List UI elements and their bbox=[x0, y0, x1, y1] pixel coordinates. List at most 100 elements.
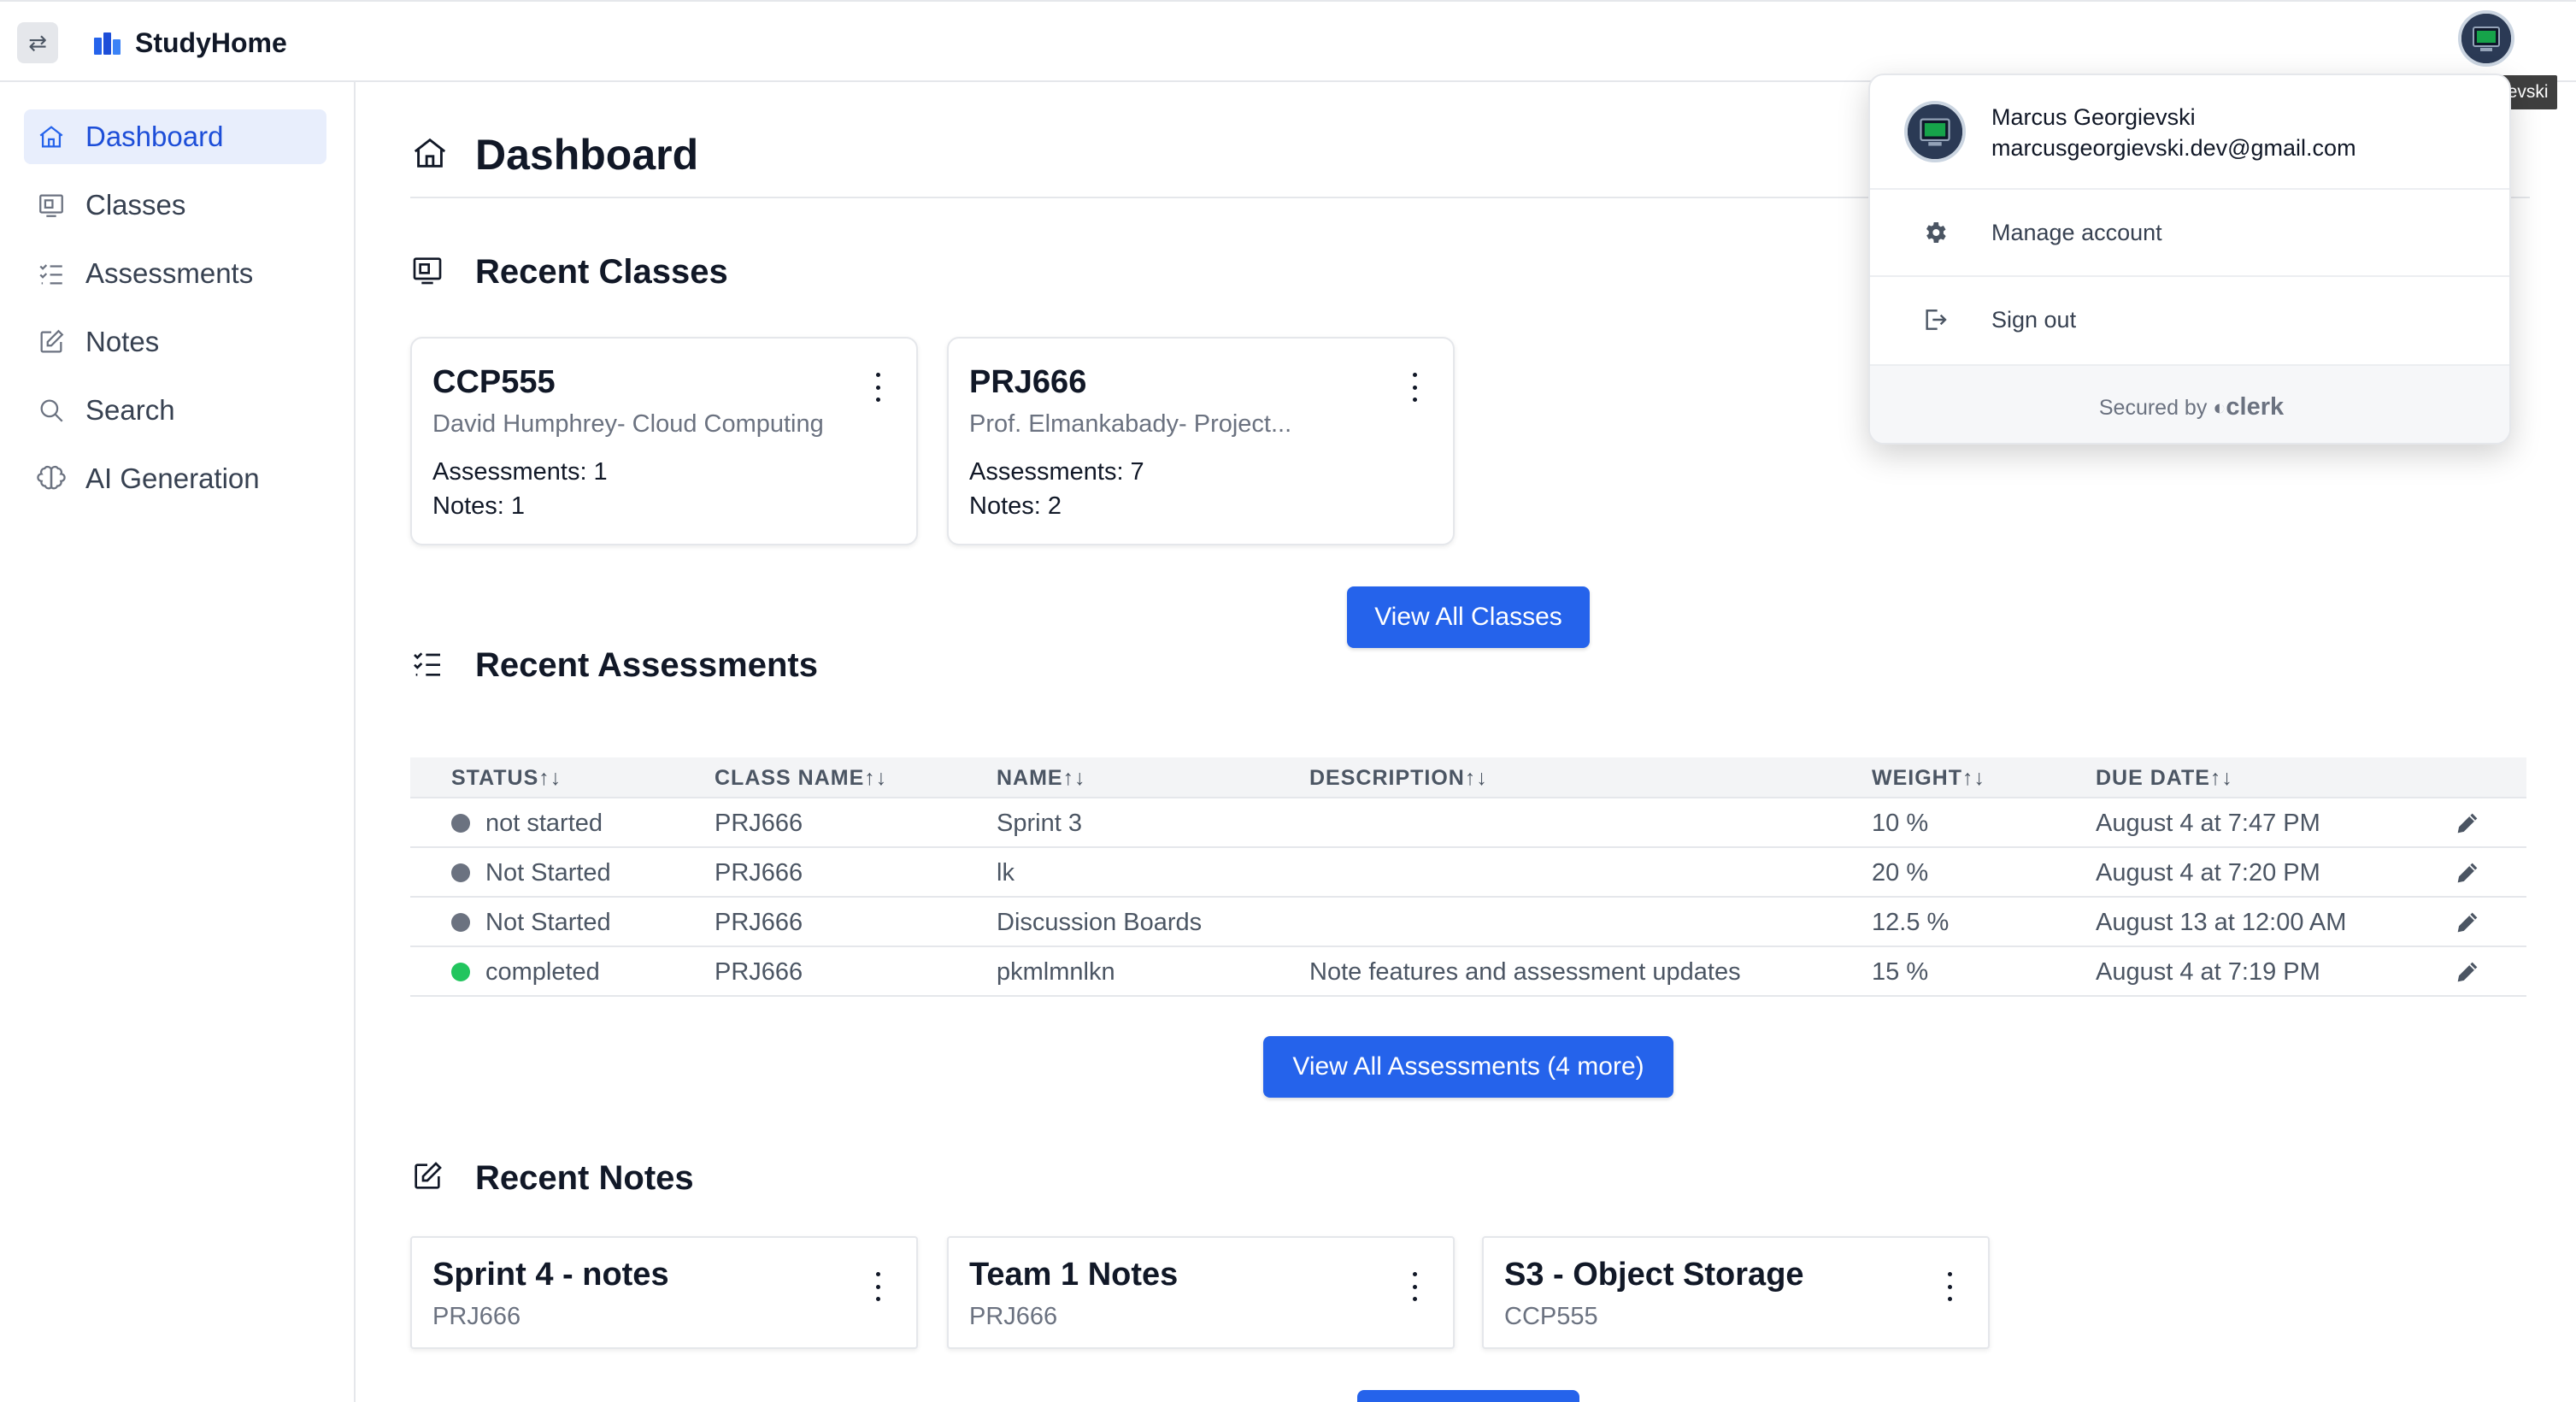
kebab-menu-icon[interactable] bbox=[1945, 1272, 1954, 1301]
name-cell: pkmlmnlkn bbox=[997, 958, 1115, 986]
manage-account-label: Manage account bbox=[1991, 220, 2162, 245]
user-avatar-button[interactable] bbox=[2458, 10, 2514, 67]
class-card[interactable]: CCP555 David Humphrey- Cloud Computing A… bbox=[410, 337, 918, 545]
column-header-class-name[interactable]: CLASS NAME↑↓ bbox=[715, 757, 887, 798]
sidebar-item-label: Dashboard bbox=[85, 121, 224, 152]
account-name: Marcus Georgievski bbox=[1991, 104, 2196, 130]
weight-cell: 15 % bbox=[1872, 958, 1929, 986]
class-instructor: David Humphrey- Cloud Computing bbox=[432, 410, 824, 438]
class-card[interactable]: PRJ666 Prof. Elmankabady- Project... Ass… bbox=[947, 337, 1455, 545]
pencil-icon[interactable] bbox=[2453, 858, 2482, 887]
weight-cell: 12.5 % bbox=[1872, 909, 1950, 936]
app-name: StudyHome bbox=[135, 27, 287, 58]
sidebar-item-ai-generation[interactable]: AI Generation bbox=[24, 451, 326, 506]
class-name-cell: PRJ666 bbox=[715, 859, 803, 887]
status-dot bbox=[451, 863, 470, 882]
column-header-weight[interactable]: WEIGHT↑↓ bbox=[1872, 757, 1985, 798]
sidebar-item-dashboard[interactable]: Dashboard bbox=[24, 109, 326, 164]
note-class: CCP555 bbox=[1504, 1303, 1598, 1330]
checklist-icon bbox=[36, 258, 67, 289]
class-name-cell: PRJ666 bbox=[715, 810, 803, 837]
view-all-notes-button[interactable] bbox=[1357, 1390, 1579, 1402]
due-date-cell: August 13 at 12:00 AM bbox=[2096, 909, 2347, 936]
status-text: not started bbox=[485, 810, 603, 837]
due-date-cell: August 4 at 7:19 PM bbox=[2096, 958, 2320, 986]
kebab-menu-icon[interactable] bbox=[873, 373, 882, 402]
class-name-cell: PRJ666 bbox=[715, 958, 803, 986]
avatar-image-icon bbox=[2461, 14, 2511, 63]
page-title: Dashboard bbox=[475, 131, 699, 179]
swap-arrows-icon: ⇄ bbox=[28, 30, 47, 56]
note-class: PRJ666 bbox=[969, 1303, 1058, 1330]
name-cell: Sprint 3 bbox=[997, 810, 1082, 837]
recent-assessments-header: Recent Assessments bbox=[410, 646, 818, 685]
due-date-cell: August 4 at 7:47 PM bbox=[2096, 810, 2320, 837]
kebab-menu-icon[interactable] bbox=[1410, 1272, 1419, 1301]
kebab-menu-icon[interactable] bbox=[873, 1272, 882, 1301]
status-text: completed bbox=[485, 958, 600, 986]
checklist-icon bbox=[410, 646, 444, 685]
note-title: Team 1 Notes bbox=[969, 1257, 1179, 1293]
section-title: Recent Classes bbox=[475, 253, 728, 291]
secured-by-text: Secured by bbox=[2098, 396, 2208, 420]
sidebar-item-assessments[interactable]: Assessments bbox=[24, 246, 326, 301]
sign-out-button[interactable]: Sign out bbox=[1870, 275, 2509, 362]
class-code: PRJ666 bbox=[969, 364, 1087, 400]
class-assessments-count: Assessments: 1 bbox=[432, 458, 608, 486]
status-dot bbox=[451, 963, 470, 981]
class-code: CCP555 bbox=[432, 364, 556, 400]
table-row[interactable]: Not Started PRJ666 Discussion Boards 12.… bbox=[410, 898, 2526, 947]
avatar-image-icon bbox=[1908, 104, 1962, 159]
section-title: Recent Notes bbox=[475, 1159, 694, 1197]
pencil-icon[interactable] bbox=[2453, 957, 2482, 987]
account-email: marcusgeorgievski.dev@gmail.com bbox=[1991, 135, 2356, 161]
sidebar: Dashboard Classes Assessments Notes Sear… bbox=[0, 82, 356, 1402]
pencil-icon[interactable] bbox=[2453, 809, 2482, 838]
books-logo-icon bbox=[94, 32, 121, 55]
class-assessments-count: Assessments: 7 bbox=[969, 458, 1144, 486]
description-cell: Note features and assessment updates bbox=[1309, 958, 1741, 986]
weight-cell: 10 % bbox=[1872, 810, 1929, 837]
sidebar-item-search[interactable]: Search bbox=[24, 383, 326, 438]
note-card[interactable]: S3 - Object Storage CCP555 bbox=[1482, 1236, 1990, 1349]
table-row[interactable]: not started PRJ666 Sprint 3 10 % August … bbox=[410, 798, 2526, 848]
name-cell: lk bbox=[997, 859, 1015, 887]
manage-account-button[interactable]: Manage account bbox=[1870, 188, 2509, 275]
column-header-status[interactable]: STATUS↑↓ bbox=[451, 757, 562, 798]
brand[interactable]: StudyHome bbox=[92, 24, 287, 62]
sidebar-item-label: AI Generation bbox=[85, 462, 260, 494]
column-header-name[interactable]: NAME↑↓ bbox=[997, 757, 1086, 798]
pencil-icon[interactable] bbox=[2453, 908, 2482, 937]
note-class: PRJ666 bbox=[432, 1303, 521, 1330]
home-icon bbox=[410, 133, 450, 177]
note-card[interactable]: Sprint 4 - notes PRJ666 bbox=[410, 1236, 918, 1349]
column-header-due-date[interactable]: DUE DATE↑↓ bbox=[2096, 757, 2233, 798]
table-row[interactable]: completed PRJ666 pkmlmnlkn Note features… bbox=[410, 947, 2526, 997]
clerk-logo-icon: ◐ bbox=[2213, 396, 2226, 420]
recent-notes-header: Recent Notes bbox=[410, 1159, 694, 1198]
note-card[interactable]: Team 1 Notes PRJ666 bbox=[947, 1236, 1455, 1349]
status-dot bbox=[451, 913, 470, 932]
due-date-cell: August 4 at 7:20 PM bbox=[2096, 859, 2320, 887]
sidebar-item-label: Classes bbox=[85, 189, 186, 221]
column-header-description[interactable]: DESCRIPTION↑↓ bbox=[1309, 757, 1488, 798]
sidebar-item-classes[interactable]: Classes bbox=[24, 178, 326, 233]
view-all-assessments-button[interactable]: View All Assessments (4 more) bbox=[1263, 1036, 1673, 1098]
status-text: Not Started bbox=[485, 909, 611, 936]
kebab-menu-icon[interactable] bbox=[1410, 373, 1419, 402]
sign-out-icon bbox=[1921, 306, 1949, 333]
sidebar-item-label: Assessments bbox=[85, 257, 254, 289]
recent-classes-header: Recent Classes bbox=[410, 253, 728, 292]
presentation-icon bbox=[36, 190, 67, 221]
secured-by-footer: Secured by ◐clerk bbox=[1870, 364, 2509, 443]
presentation-icon bbox=[410, 253, 444, 292]
clerk-wordmark[interactable]: clerk bbox=[2226, 393, 2284, 421]
sidebar-toggle-button[interactable]: ⇄ bbox=[17, 22, 58, 63]
view-all-classes-button[interactable]: View All Classes bbox=[1347, 586, 1590, 648]
status-text: Not Started bbox=[485, 859, 611, 887]
table-row[interactable]: Not Started PRJ666 lk 20 % August 4 at 7… bbox=[410, 848, 2526, 898]
sidebar-item-notes[interactable]: Notes bbox=[24, 315, 326, 369]
class-notes-count: Notes: 2 bbox=[969, 492, 1062, 520]
note-title: S3 - Object Storage bbox=[1504, 1257, 1804, 1293]
class-notes-count: Notes: 1 bbox=[432, 492, 525, 520]
